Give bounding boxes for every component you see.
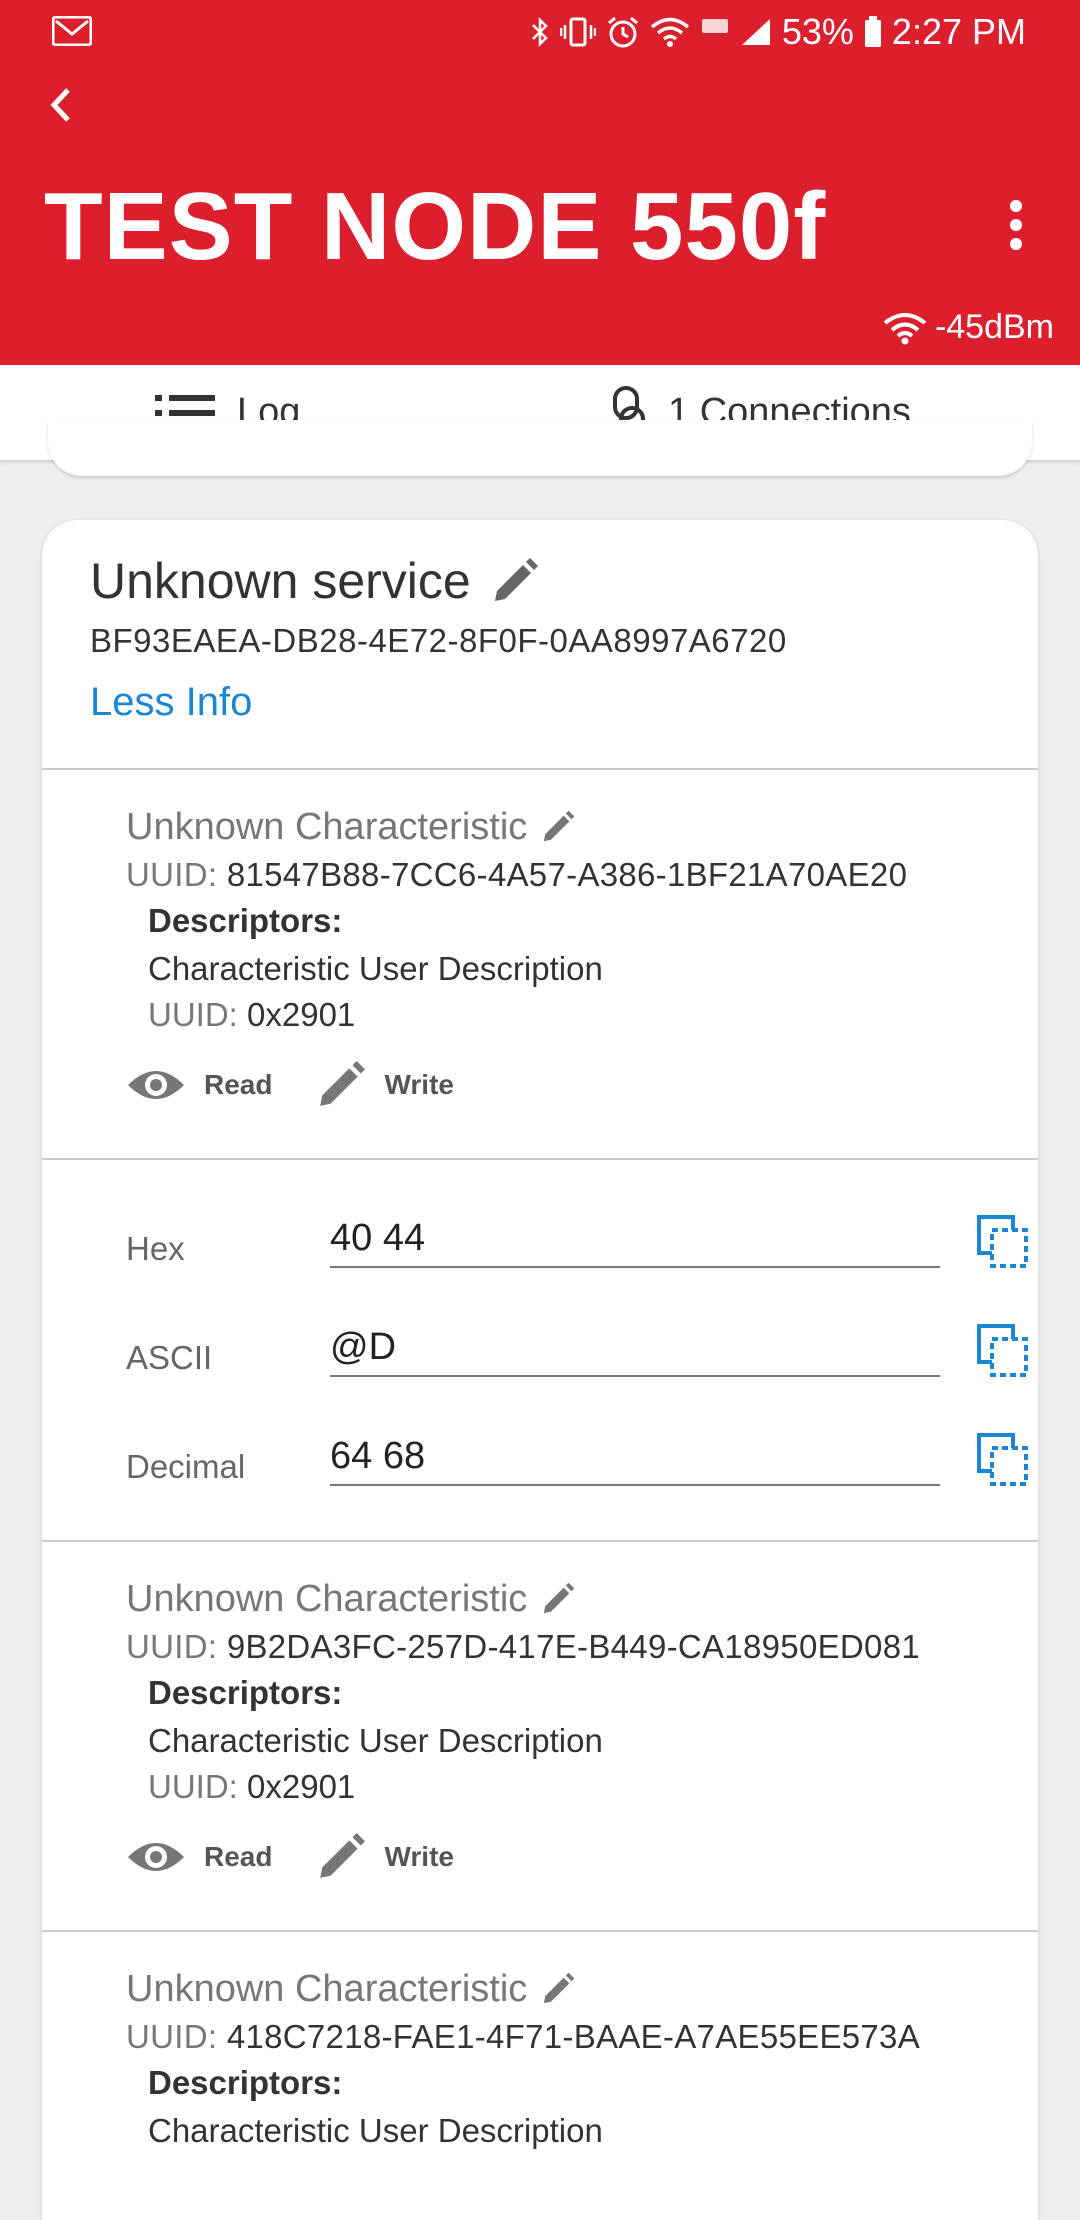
vibrate-icon [559, 17, 596, 47]
uuid-label: UUID: [126, 2018, 218, 2055]
characteristic-name: Unknown Characteristic [126, 802, 1026, 852]
battery-icon [864, 16, 881, 47]
descriptor-name: Characteristic User Description [148, 1722, 603, 1759]
edit-pencil-icon[interactable] [541, 810, 575, 844]
descriptors-heading: Descriptors: [148, 902, 343, 939]
uuid-value: 81547B88-7CC6-4A57-A386-1BF21A70AE20 [226, 856, 908, 893]
write-label: Write [384, 1841, 454, 1872]
characteristic-item: Unknown Characteristic UUID: 418C7218-FA… [126, 1964, 1026, 2150]
service-name-label: Unknown service [90, 553, 471, 609]
mail-notification-icon [52, 16, 92, 46]
ascii-label: ASCII [126, 1339, 213, 1376]
read-button[interactable]: Read [126, 1837, 272, 1877]
service-uuid: BF93EAEA-DB28-4E72-8F0F-0AA8997A6720 [90, 622, 787, 659]
copy-icon[interactable] [976, 1432, 1030, 1488]
characteristic-name-label: Unknown Characteristic [126, 1577, 528, 1620]
divider [42, 1540, 1038, 1542]
edit-pencil-icon[interactable] [491, 557, 539, 605]
less-info-link[interactable]: Less Info [90, 680, 252, 725]
characteristic-name-label: Unknown Characteristic [126, 805, 528, 848]
descriptors-heading: Descriptors: [148, 1674, 343, 1711]
descriptor-name: Characteristic User Description [148, 2112, 603, 2149]
descriptor-name: Characteristic User Description [148, 950, 603, 987]
copy-icon[interactable] [976, 1214, 1030, 1270]
uuid-label: UUID: [148, 996, 238, 1033]
characteristic-uuid: UUID: 9B2DA3FC-257D-417E-B449-CA18950ED0… [126, 1628, 1026, 1666]
write-label: Write [384, 1069, 454, 1100]
read-label: Read [204, 1841, 273, 1872]
uuid-label: UUID: [148, 1768, 238, 1805]
eye-icon [128, 1071, 184, 1099]
pencil-icon [320, 1061, 366, 1106]
lte-icon [701, 19, 728, 33]
uuid-value: 9B2DA3FC-257D-417E-B449-CA18950ED081 [226, 1628, 921, 1665]
read-label: Read [204, 1069, 273, 1100]
characteristic-name: Unknown Characteristic [126, 1574, 1026, 1624]
divider [42, 768, 1038, 770]
decimal-field[interactable]: 64 68 [330, 1428, 940, 1486]
uuid-label: UUID: [126, 856, 218, 893]
page-title: TEST NODE 550f [44, 173, 827, 280]
characteristic-item: Unknown Characteristic UUID: 9B2DA3FC-25… [126, 1574, 1026, 1882]
uuid-value: 418C7218-FAE1-4F71-BAAE-A7AE55EE573A [226, 2018, 921, 2055]
divider [42, 1158, 1038, 1160]
bluetooth-icon [531, 16, 548, 48]
edit-pencil-icon[interactable] [541, 1582, 575, 1616]
hex-label: Hex [126, 1230, 185, 1267]
status-bar: 53% 2:27 PM [0, 0, 1080, 64]
characteristic-uuid: UUID: 418C7218-FAE1-4F71-BAAE-A7AE55EE57… [126, 2018, 1026, 2056]
service-card: Unknown service BF93EAEA-DB28-4E72-8F0F-… [42, 520, 1038, 2220]
write-button[interactable]: Write [316, 1832, 454, 1882]
edit-pencil-icon[interactable] [541, 1972, 575, 2006]
overflow-menu-icon[interactable] [1010, 200, 1024, 250]
ascii-row: ASCII @D [126, 1319, 1028, 1399]
descriptors-heading: Descriptors: [148, 2064, 343, 2101]
ascii-field[interactable]: @D [330, 1319, 940, 1377]
characteristic-name: Unknown Characteristic [126, 1964, 1026, 2014]
characteristic-item: Unknown Characteristic UUID: 81547B88-7C… [126, 802, 1026, 1110]
descriptor-uuid: UUID: 0x2901 [148, 996, 1026, 1034]
signal-icon [741, 19, 770, 45]
clock: 2:27 PM [891, 11, 1026, 52]
previous-card [48, 420, 1032, 476]
app-header: 53% 2:27 PM TEST NODE 550f -45dBm [0, 0, 1080, 365]
characteristic-uuid: UUID: 81547B88-7CC6-4A57-A386-1BF21A70AE… [126, 856, 1026, 894]
wifi-signal-icon [883, 312, 927, 344]
wifi-icon [650, 17, 689, 47]
write-button[interactable]: Write [316, 1060, 454, 1110]
uuid-value: 0x2901 [247, 1768, 356, 1805]
hex-row: Hex 40 44 [126, 1210, 1028, 1290]
eye-icon [128, 1843, 184, 1871]
back-arrow-icon[interactable] [40, 80, 80, 130]
descriptor-uuid: UUID: 0x2901 [148, 1768, 1026, 1806]
status-icons: 53% 2:27 PM [530, 10, 1026, 54]
rssi-value: -45dBm [934, 308, 1054, 346]
pencil-icon [320, 1833, 366, 1878]
rssi-indicator: -45dBm [883, 308, 1054, 347]
battery-percent: 53% [781, 11, 854, 52]
uuid-label: UUID: [126, 1628, 218, 1665]
characteristic-actions: Read Write [126, 1060, 1026, 1110]
hex-field[interactable]: 40 44 [330, 1210, 940, 1268]
characteristic-name-label: Unknown Characteristic [126, 1967, 528, 2010]
decimal-label: Decimal [126, 1448, 246, 1485]
divider [42, 1930, 1038, 1932]
uuid-value: 0x2901 [247, 996, 356, 1033]
copy-icon[interactable] [976, 1323, 1030, 1379]
characteristic-actions: Read Write [126, 1832, 1026, 1882]
alarm-icon [607, 16, 638, 48]
service-name: Unknown service [90, 552, 539, 610]
read-button[interactable]: Read [126, 1065, 272, 1105]
decimal-row: Decimal 64 68 [126, 1428, 1028, 1508]
